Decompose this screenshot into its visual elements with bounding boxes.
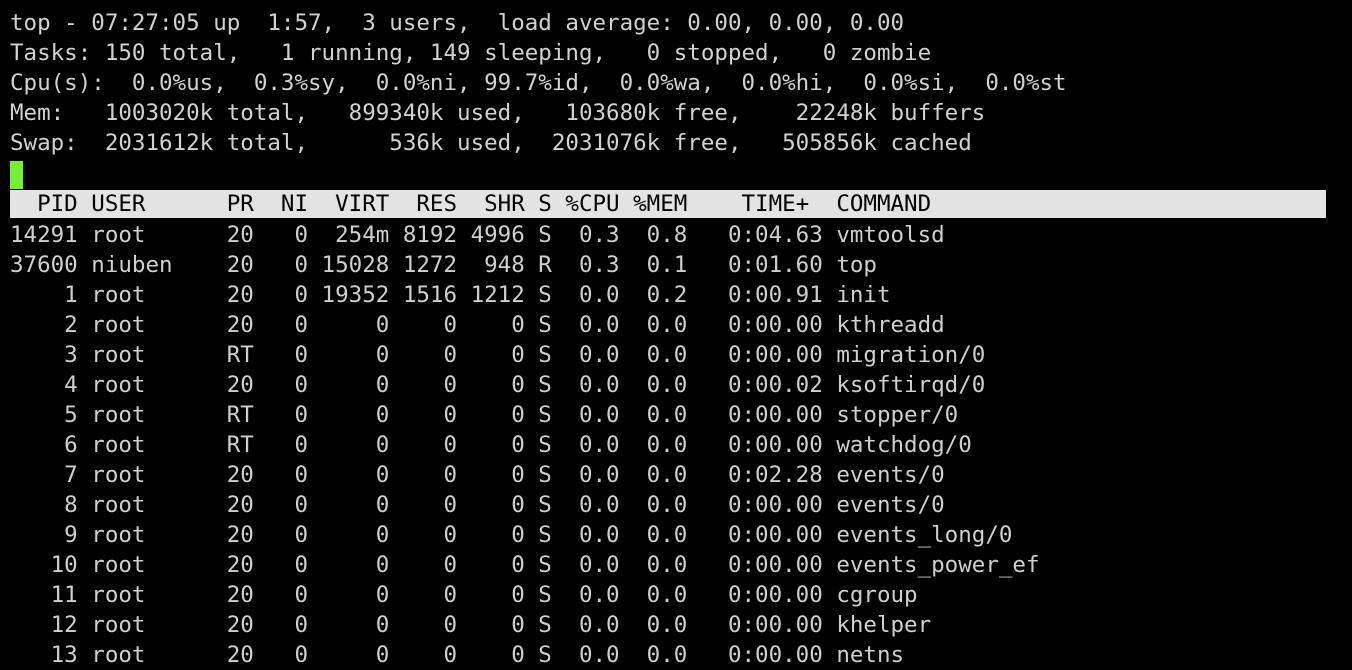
terminal-cursor [10,161,23,189]
table-row[interactable]: 9 root 20 0 0 0 0 S 0.0 0.0 0:00.00 even… [10,520,1012,550]
top-cpu-line: Cpu(s): 0.0%us, 0.3%sy, 0.0%ni, 99.7%id,… [10,70,1067,96]
top-mem-line: Mem: 1003020k total, 899340k used, 10368… [10,100,986,126]
table-row[interactable]: 3 root RT 0 0 0 0 S 0.0 0.0 0:00.00 migr… [10,340,985,370]
top-tasks-line: Tasks: 150 total, 1 running, 149 sleepin… [10,40,932,66]
top-uptime-line: top - 07:27:05 up 1:57, 3 users, load av… [10,10,905,36]
table-row[interactable]: 12 root 20 0 0 0 0 S 0.0 0.0 0:00.00 khe… [10,610,932,640]
table-row[interactable]: 1 root 20 0 19352 1516 1212 S 0.0 0.2 0:… [10,280,890,310]
table-row[interactable]: 13 root 20 0 0 0 0 S 0.0 0.0 0:00.00 net… [10,640,904,670]
table-row[interactable]: 10 root 20 0 0 0 0 S 0.0 0.0 0:00.00 eve… [10,550,1040,580]
table-row[interactable]: 4 root 20 0 0 0 0 S 0.0 0.0 0:00.02 ksof… [10,370,985,400]
top-swap-line: Swap: 2031612k total, 536k used, 2031076… [10,130,972,156]
table-row[interactable]: 6 root RT 0 0 0 0 S 0.0 0.0 0:00.00 watc… [10,430,972,460]
table-row[interactable]: 11 root 20 0 0 0 0 S 0.0 0.0 0:00.00 cgr… [10,580,918,610]
table-row[interactable]: 2 root 20 0 0 0 0 S 0.0 0.0 0:00.00 kthr… [10,310,945,340]
table-row[interactable]: 7 root 20 0 0 0 0 S 0.0 0.0 0:02.28 even… [10,460,945,490]
column-header-text: PID USER PR NI VIRT RES SHR S %CPU %MEM … [10,191,1189,217]
terminal-window[interactable]: top - 07:27:05 up 1:57, 3 users, load av… [0,0,1352,670]
table-row[interactable]: 5 root RT 0 0 0 0 S 0.0 0.0 0:00.00 stop… [10,400,958,430]
table-row[interactable]: 14291 root 20 0 254m 8192 4996 S 0.3 0.8… [10,220,945,250]
table-row[interactable]: 8 root 20 0 0 0 0 S 0.0 0.0 0:00.00 even… [10,490,945,520]
table-row[interactable]: 37600 niuben 20 0 15028 1272 948 R 0.3 0… [10,250,877,280]
